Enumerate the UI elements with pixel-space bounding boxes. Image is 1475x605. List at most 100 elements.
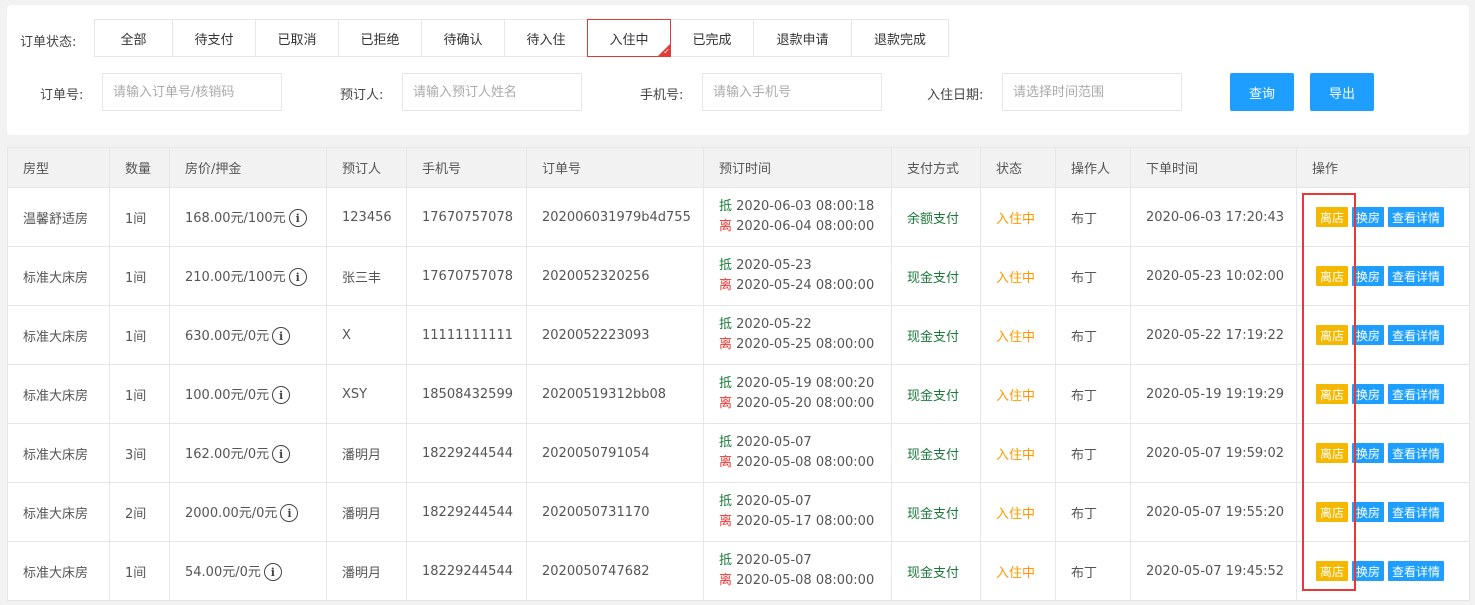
check-icon: ✓ — [663, 47, 670, 56]
header-operator: 操作人 — [1055, 147, 1131, 188]
price-deposit-cell: 162.00元/0元 i — [169, 423, 327, 483]
info-icon[interactable]: i — [272, 386, 291, 405]
status-tab-refund-request[interactable]: 退款申请 — [753, 19, 852, 57]
info-icon[interactable]: i — [288, 209, 307, 228]
info-icon[interactable]: i — [263, 563, 282, 582]
status-tab-cancelled[interactable]: 已取消 — [255, 19, 339, 57]
checkin-tag: 抵 — [719, 553, 733, 568]
view-details-button[interactable]: 查看详情 — [1388, 325, 1445, 345]
checkin-time: 2020-05-07 — [736, 494, 812, 509]
view-details-button[interactable]: 查看详情 — [1388, 266, 1445, 286]
actions-cell: 离店 换房 查看详情 — [1296, 541, 1470, 601]
table-row: 标准大床房 1间 54.00元/0元 i 潘明月 18229244544 202005074… — [7, 541, 1470, 601]
checkout-time: 2020-05-25 08:00:00 — [736, 337, 875, 352]
view-details-button[interactable]: 查看详情 — [1388, 502, 1445, 522]
checkin-tag: 抵 — [719, 199, 733, 214]
price-deposit-cell: 2000.00元/0元 i — [169, 482, 327, 542]
table-row: 标准大床房 3间 162.00元/0元 i 潘明月 18229244544 20200507… — [7, 423, 1470, 483]
checkout-line: 离 2020-05-24 08:00:00 — [719, 276, 891, 296]
status-tab-completed[interactable]: 已完成 — [670, 19, 754, 57]
order-time-cell: 2020-05-22 17:19:22 — [1130, 305, 1297, 365]
status-tab-all[interactable]: 全部 — [94, 19, 173, 57]
checkout-tag: 离 — [719, 219, 733, 234]
order-time-cell: 2020-05-07 19:45:52 — [1130, 541, 1297, 601]
status-tab-pending-payment[interactable]: 待支付 — [172, 19, 256, 57]
status-cell: 入住中 — [980, 187, 1056, 247]
checkin-line: 抵 2020-05-07 — [719, 433, 891, 453]
status-tab-refund-complete[interactable]: 退款完成 — [851, 19, 949, 57]
actions-cell: 离店 换房 查看详情 — [1296, 246, 1470, 306]
view-details-button[interactable]: 查看详情 — [1388, 384, 1445, 404]
price-deposit-cell: 210.00元/100元 i — [169, 246, 327, 306]
status-cell: 入住中 — [980, 482, 1056, 542]
actions-group: 离店 换房 查看详情 — [1312, 325, 1469, 345]
actions-cell: 离店 换房 查看详情 — [1296, 187, 1470, 247]
info-icon[interactable]: i — [272, 445, 291, 464]
status-cell: 入住中 — [980, 246, 1056, 306]
header-price-deposit: 房价/押金 — [169, 147, 327, 188]
actions-group: 离店 换房 查看详情 — [1312, 561, 1469, 581]
checkout-leave-button[interactable]: 离店 — [1316, 561, 1349, 581]
info-icon[interactable]: i — [280, 504, 299, 523]
status-cell: 入住中 — [980, 305, 1056, 365]
checkout-tag: 离 — [719, 396, 733, 411]
checkout-leave-button[interactable]: 离店 — [1316, 266, 1349, 286]
phone-cell: 18229244544 — [406, 541, 527, 601]
room-type-cell: 标准大床房 — [7, 423, 110, 483]
table-row: 标准大床房 2间 2000.00元/0元 i 潘明月 18229244544 2020050… — [7, 482, 1470, 542]
status-tabs: 全部 待支付 已取消 已拒绝 待确认 待入住 入住中 ✓ 已完成 退款申请 退款… — [94, 19, 949, 57]
checkout-leave-button[interactable]: 离店 — [1316, 502, 1349, 522]
checkout-leave-button[interactable]: 离店 — [1316, 443, 1349, 463]
operator-cell: 布丁 — [1055, 423, 1131, 483]
change-room-button[interactable]: 换房 — [1352, 325, 1385, 345]
quantity-cell: 2间 — [109, 482, 170, 542]
change-room-button[interactable]: 换房 — [1352, 561, 1385, 581]
view-details-button[interactable]: 查看详情 — [1388, 561, 1445, 581]
header-payment-method: 支付方式 — [891, 147, 981, 188]
checkin-date-label: 入住日期: — [927, 88, 984, 103]
change-room-button[interactable]: 换房 — [1352, 384, 1385, 404]
checkout-line: 离 2020-05-25 08:00:00 — [719, 335, 891, 355]
phone-input[interactable] — [702, 73, 882, 111]
info-icon[interactable]: i — [288, 268, 307, 287]
status-tab-checked-in[interactable]: 入住中 ✓ — [587, 19, 671, 57]
change-room-button[interactable]: 换房 — [1352, 502, 1385, 522]
checkout-tag: 离 — [719, 278, 733, 293]
checkout-leave-button[interactable]: 离店 — [1316, 325, 1349, 345]
status-tab-pending-checkin[interactable]: 待入住 — [504, 19, 588, 57]
header-room-type: 房型 — [7, 147, 110, 188]
checkout-leave-button[interactable]: 离店 — [1316, 384, 1349, 404]
checkin-time: 2020-05-19 08:00:20 — [736, 376, 875, 391]
info-icon[interactable]: i — [272, 327, 291, 346]
status-tab-rejected[interactable]: 已拒绝 — [338, 19, 422, 57]
status-tab-pending-confirm[interactable]: 待确认 — [421, 19, 505, 57]
room-type-cell: 标准大床房 — [7, 364, 110, 424]
quantity-cell: 1间 — [109, 305, 170, 365]
price-deposit-cell: 630.00元/0元 i — [169, 305, 327, 365]
view-details-button[interactable]: 查看详情 — [1388, 207, 1445, 227]
booker-cell: XSY — [326, 364, 407, 424]
export-button[interactable]: 导出 — [1310, 73, 1374, 111]
header-booker: 预订人 — [326, 147, 407, 188]
change-room-button[interactable]: 换房 — [1352, 443, 1385, 463]
change-room-button[interactable]: 换房 — [1352, 207, 1385, 227]
room-type-cell: 标准大床房 — [7, 541, 110, 601]
order-no-input[interactable] — [102, 73, 282, 111]
view-details-button[interactable]: 查看详情 — [1388, 443, 1445, 463]
header-phone: 手机号 — [406, 147, 527, 188]
change-room-button[interactable]: 换房 — [1352, 266, 1385, 286]
phone-label: 手机号: — [640, 88, 684, 103]
query-button[interactable]: 查询 — [1230, 73, 1294, 111]
price-deposit-value: 54.00元/0元 — [185, 564, 261, 580]
order-no-cell: 202006031979b4d755 — [526, 187, 704, 247]
order-no-cell: 2020050731170 — [526, 482, 704, 542]
header-status: 状态 — [980, 147, 1056, 188]
checkin-date-range-input[interactable] — [1002, 73, 1182, 111]
checkin-line: 抵 2020-05-07 — [719, 492, 891, 512]
checkout-leave-button[interactable]: 离店 — [1316, 207, 1349, 227]
checkin-line: 抵 2020-05-19 08:00:20 — [719, 374, 891, 394]
booker-input[interactable] — [402, 73, 582, 111]
checkin-tag: 抵 — [719, 494, 733, 509]
payment-method-cell: 余额支付 — [891, 187, 981, 247]
header-order-time: 下单时间 — [1130, 147, 1297, 188]
